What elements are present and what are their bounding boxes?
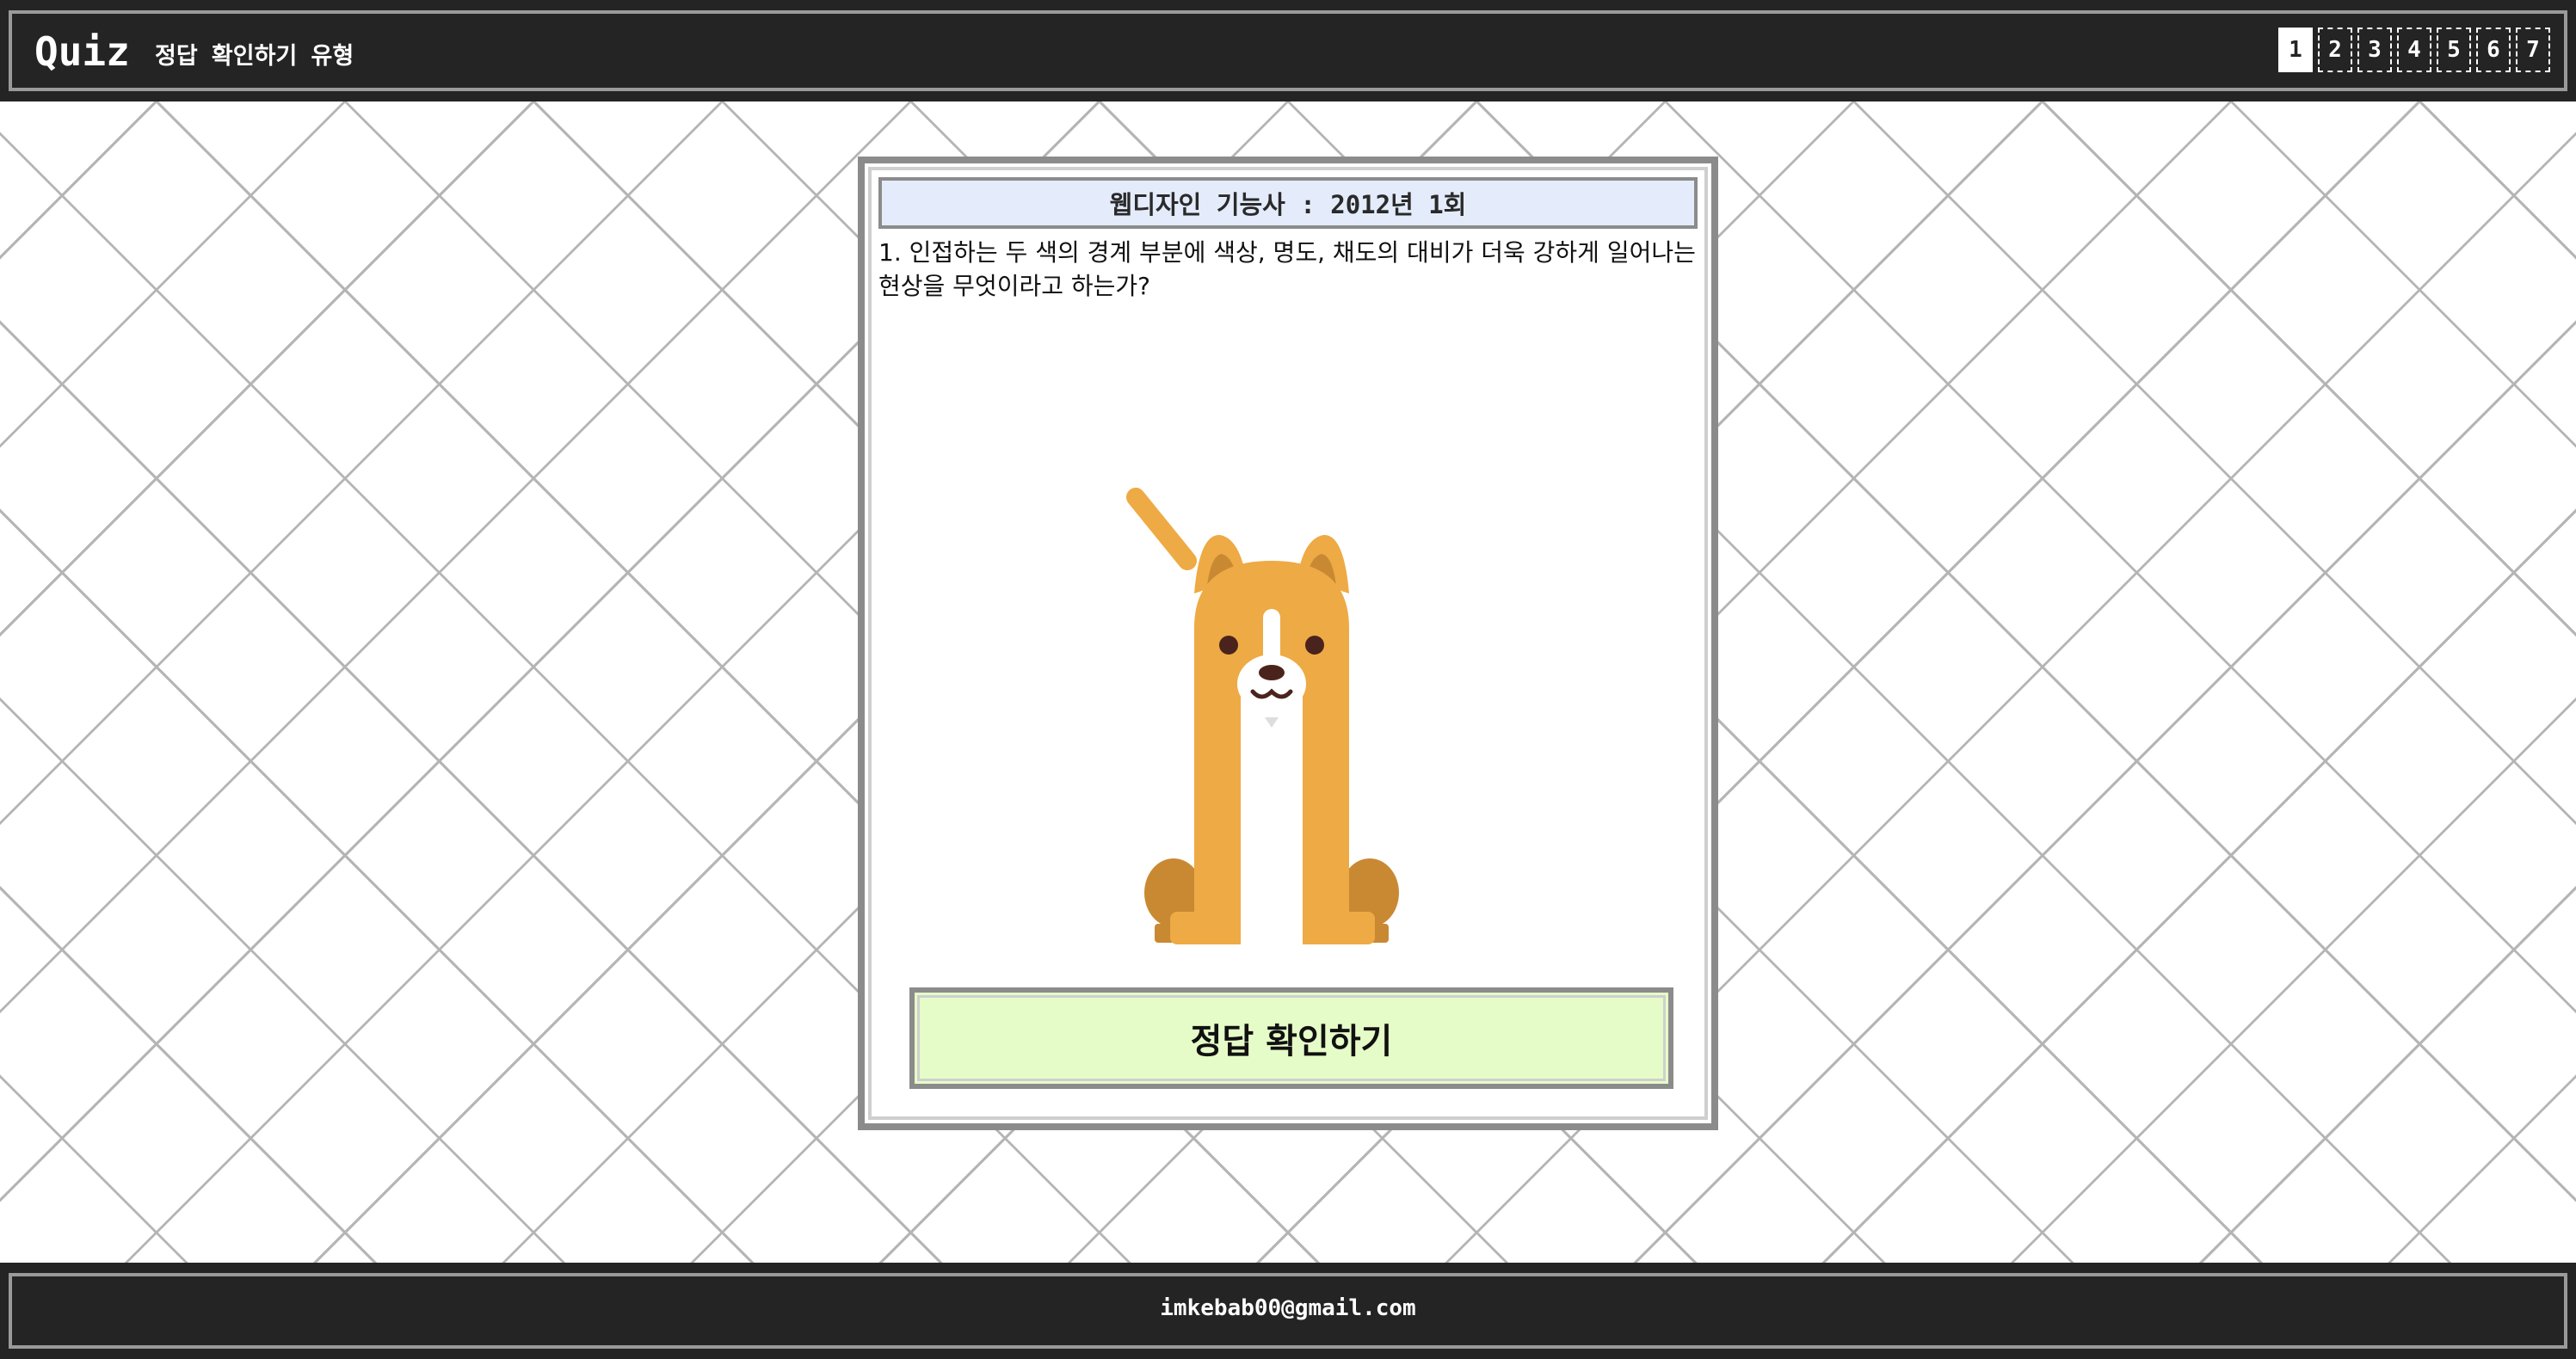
header-frame [9,10,2567,91]
page-button-4[interactable]: 4 [2397,28,2431,72]
dog-illustration [1126,488,1399,944]
app-subtitle: 정답 확인하기 유형 [155,43,354,70]
check-answer-button[interactable]: 정답 확인하기 [909,987,1673,1089]
page-button-5[interactable]: 5 [2437,28,2471,72]
page-button-2[interactable]: 2 [2318,28,2352,72]
header-bar: Quiz 정답 확인하기 유형 1 2 3 4 5 6 7 [0,0,2576,101]
footer-bar: imkebab00@gmail.com [0,1263,2576,1359]
page-button-3[interactable]: 3 [2357,28,2392,72]
page-navigation: 1 2 3 4 5 6 7 [2278,28,2550,72]
app-logo: Quiz [34,28,130,75]
question-text: 1. 인접하는 두 색의 경계 부분에 색상, 명도, 채도의 대비가 더욱 강… [878,238,1696,300]
page-button-1[interactable]: 1 [2278,28,2313,72]
quiz-card: 웹디자인 기능사 : 2012년 1회 1. 인접하는 두 색의 경계 부분에 … [858,157,1718,1130]
quiz-title: 웹디자인 기능사 : 2012년 1회 [878,177,1698,229]
footer-email: imkebab00@gmail.com [1160,1295,1416,1321]
page-button-7[interactable]: 7 [2516,28,2550,72]
page-button-6[interactable]: 6 [2476,28,2511,72]
